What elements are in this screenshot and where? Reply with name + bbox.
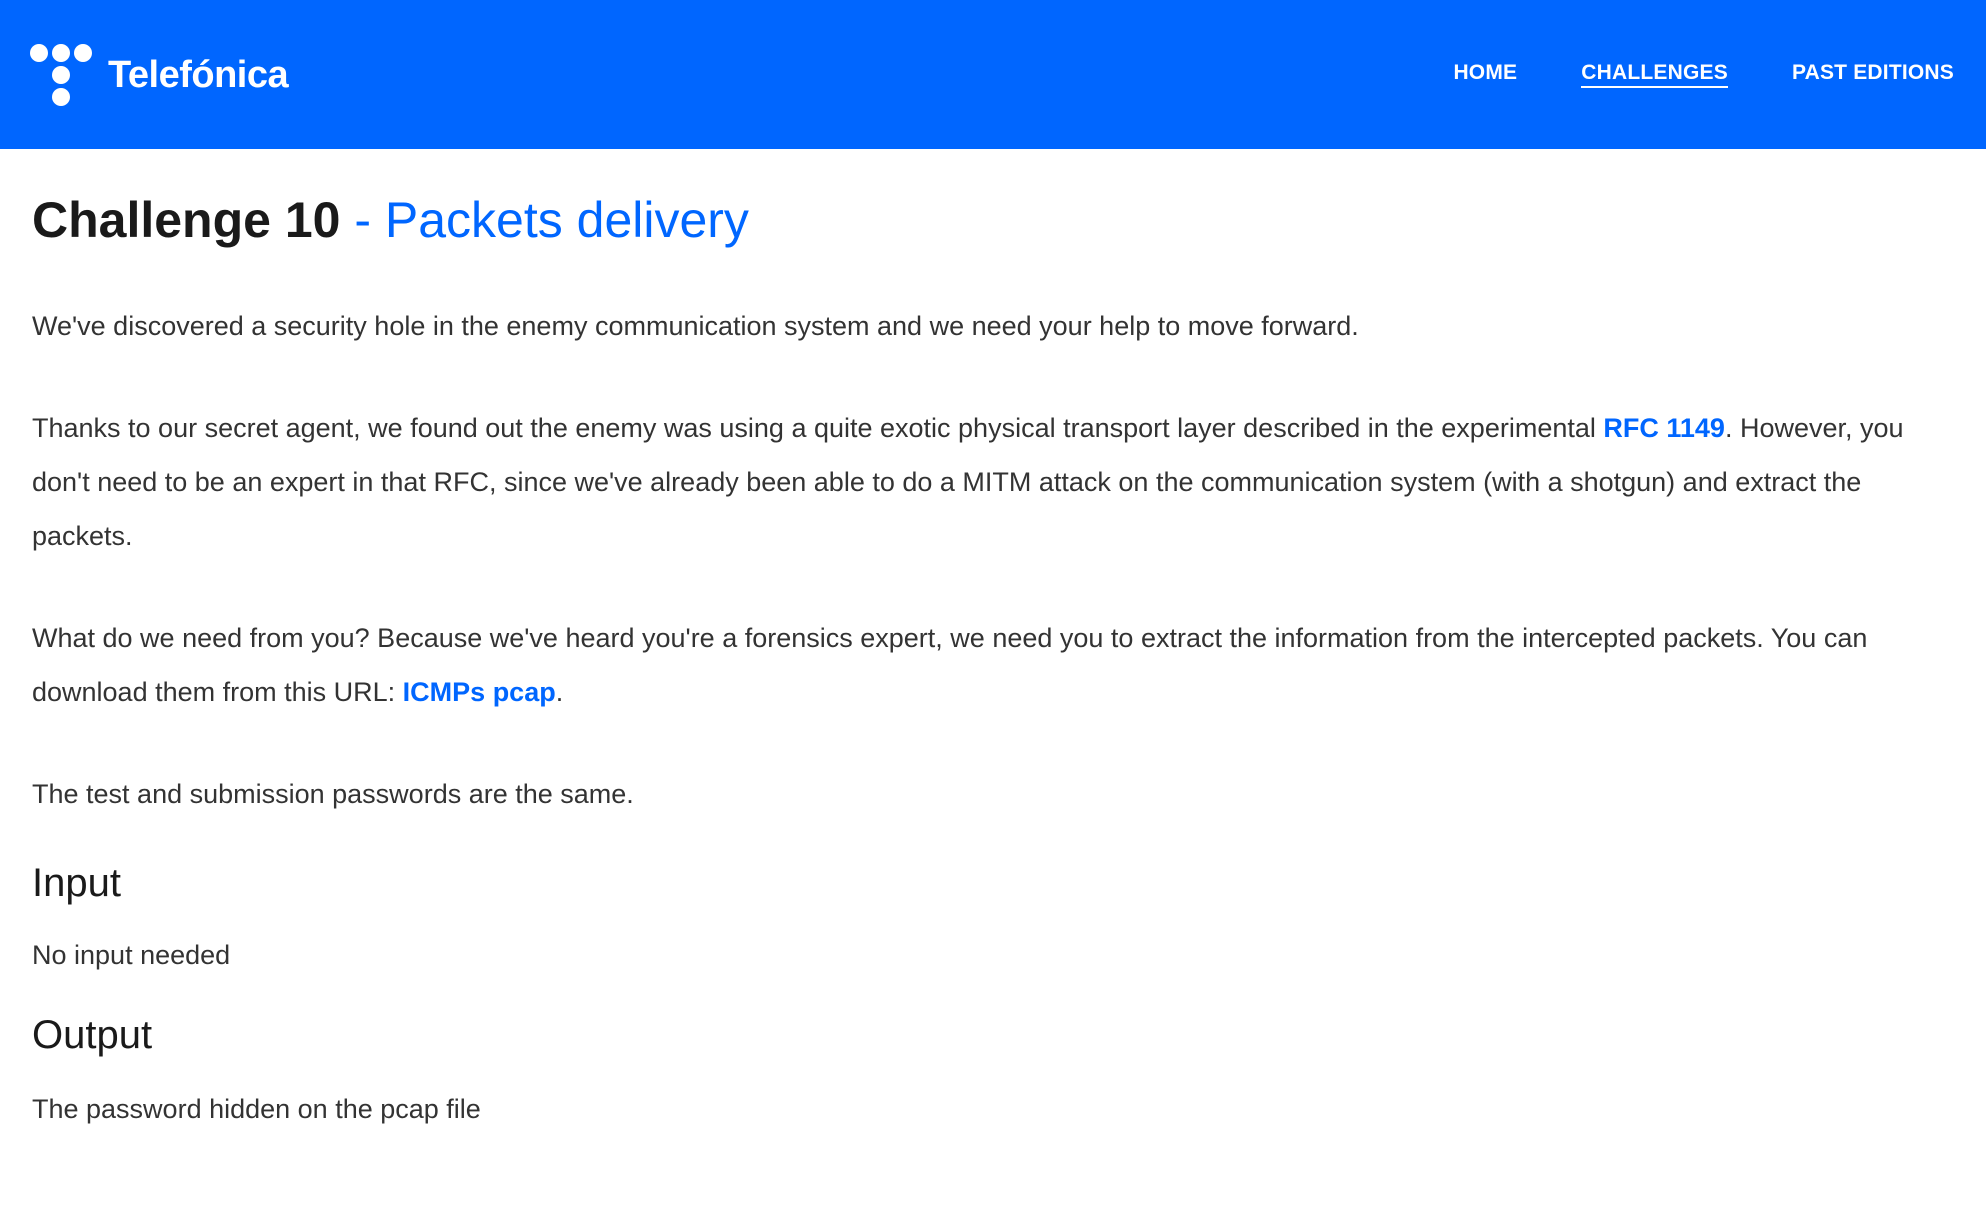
details-text-1: Thanks to our secret agent, we found out… [32,413,1604,443]
top-navbar: Telefónica HOME CHALLENGES PAST EDITIONS [0,0,1986,149]
rfc-1149-link[interactable]: RFC 1149 [1603,413,1725,443]
main-nav: HOME CHALLENGES PAST EDITIONS [1453,60,1954,88]
page-title: Challenge 10 - Packets delivery [32,149,1954,248]
input-heading: Input [32,861,121,905]
telefonica-logo[interactable]: Telefónica [30,42,289,108]
task-paragraph: What do we need from you? Because we've … [32,611,1954,719]
nav-past-editions[interactable]: PAST EDITIONS [1792,60,1954,88]
input-text: No input needed [32,940,231,970]
password-note: The test and submission passwords are th… [32,779,634,809]
task-text-1: What do we need from you? Because we've … [32,623,1868,707]
title-separator: - [340,192,385,248]
logo-text: Telefónica [108,54,289,96]
title-subtitle: Packets delivery [384,192,749,248]
icmps-pcap-link[interactable]: ICMPs pcap [403,677,556,707]
title-main: Challenge 10 [32,192,341,248]
intro-paragraph: We've discovered a security hole in the … [32,311,1359,341]
details-paragraph: Thanks to our secret agent, we found out… [32,401,1954,563]
nav-challenges[interactable]: CHALLENGES [1581,60,1728,88]
telefonica-dots-icon [30,42,94,108]
challenge-content: Challenge 10 - Packets delivery We've di… [0,149,1986,1129]
output-text: The password hidden on the pcap file [32,1094,481,1124]
output-heading: Output [32,1013,153,1057]
task-text-2: . [555,677,564,707]
nav-home[interactable]: HOME [1453,60,1517,88]
